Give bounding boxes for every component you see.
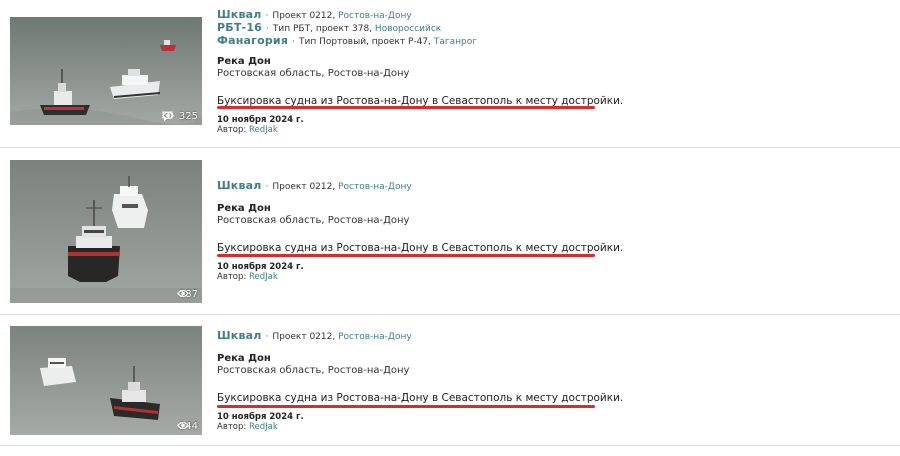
author-label: Автор: [217, 272, 247, 282]
photo-date: 10 ноября 2024 г. [217, 262, 304, 272]
author-link[interactable]: RedJak [249, 422, 278, 432]
author-label: Автор: [217, 422, 247, 432]
place-title: Река Дон [217, 56, 271, 67]
photo-description: Буксировка судна из Ростова-на-Дону в Се… [217, 392, 624, 404]
place-title: Река Дон [217, 353, 271, 364]
photo-card-1: 3 325 Шквал·Проект 0212, Ростов-на-Дону … [0, 0, 900, 148]
vessel-city-link[interactable]: Ростов-на-Дону [338, 332, 412, 342]
vessel-meta: Тип РБТ, проект 378, [272, 24, 373, 34]
photo-card-3: 144 Шквал · Проект 0212, Ростов-на-Дону Ре… [0, 315, 900, 456]
author-label: Автор: [217, 125, 247, 135]
highlight-underline [217, 254, 595, 257]
vessel-city-link[interactable]: Ростов-на-Дону [338, 11, 412, 21]
photo-card-2: 187 Шквал · Проект 0212, Ростов-на-Дону Ре… [0, 148, 900, 314]
vessel-line: Шквал · Проект 0212, Ростов-на-Дону [217, 179, 412, 193]
photo-thumbnail-3[interactable]: 144 [10, 326, 202, 435]
stats-bar-3: 144 [176, 421, 198, 432]
photo-thumbnail-2[interactable]: 187 [10, 160, 202, 303]
vessel-name-link[interactable]: Фанагория [217, 34, 288, 47]
vessel-name-link[interactable]: Шквал [217, 179, 262, 192]
place-region: Ростовская область, Ростов-на-Дону [217, 68, 410, 79]
vessel-city-link[interactable]: Ростов-на-Дону [338, 182, 412, 192]
photo-info-2: Шквал · Проект 0212, Ростов-на-Дону Река Д… [217, 179, 623, 283]
vessel-name-link[interactable]: РБТ-16 [217, 21, 262, 34]
vessel-name-link[interactable]: Шквал [217, 329, 262, 342]
author-link[interactable]: RedJak [249, 125, 278, 135]
place-title: Река Дон [217, 203, 271, 214]
photo-date: 10 ноября 2024 г. [217, 412, 304, 422]
vessel-city-link[interactable]: Таганрог [434, 37, 477, 47]
place-region: Ростовская область, Ростов-на-Дону [217, 215, 410, 226]
highlight-underline [217, 106, 595, 109]
photo-thumbnail-1[interactable]: 3 325 [10, 17, 202, 125]
vessel-meta: Проект 0212, [272, 11, 336, 21]
photo-info-1: Шквал · Проект 0212, Ростов-на-Дону РБТ-16… [217, 8, 623, 136]
stats-bar-2: 187 [176, 289, 198, 300]
photo-info-3: Шквал · Проект 0212, Ростов-на-Дону Река Д… [217, 329, 624, 433]
vessel-line: Шквал · Проект 0212, Ростов-на-Дону [217, 8, 412, 22]
vessel-meta: Проект 0212, [272, 332, 336, 342]
place-region: Ростовская область, Ростов-на-Дону [217, 365, 410, 376]
highlight-underline [217, 405, 595, 408]
vessel-name-link[interactable]: Шквал [217, 8, 262, 21]
author-link[interactable]: RedJak [249, 272, 278, 282]
photo-date: 10 ноября 2024 г. [217, 115, 304, 125]
stats-bar-1: 3 325 [161, 111, 198, 122]
vessel-meta: Проект 0212, [272, 182, 336, 192]
vessel-city-link[interactable]: Новороссийск [375, 24, 441, 34]
divider [0, 445, 900, 446]
vessel-meta: Тип Портовый, проект Р-47, [298, 37, 431, 47]
vessel-line: Фанагория · Тип Портовый, проект Р-47, Таг… [217, 34, 477, 48]
view-count: 325 [178, 111, 198, 122]
vessel-line: Шквал · Проект 0212, Ростов-на-Дону [217, 329, 412, 343]
